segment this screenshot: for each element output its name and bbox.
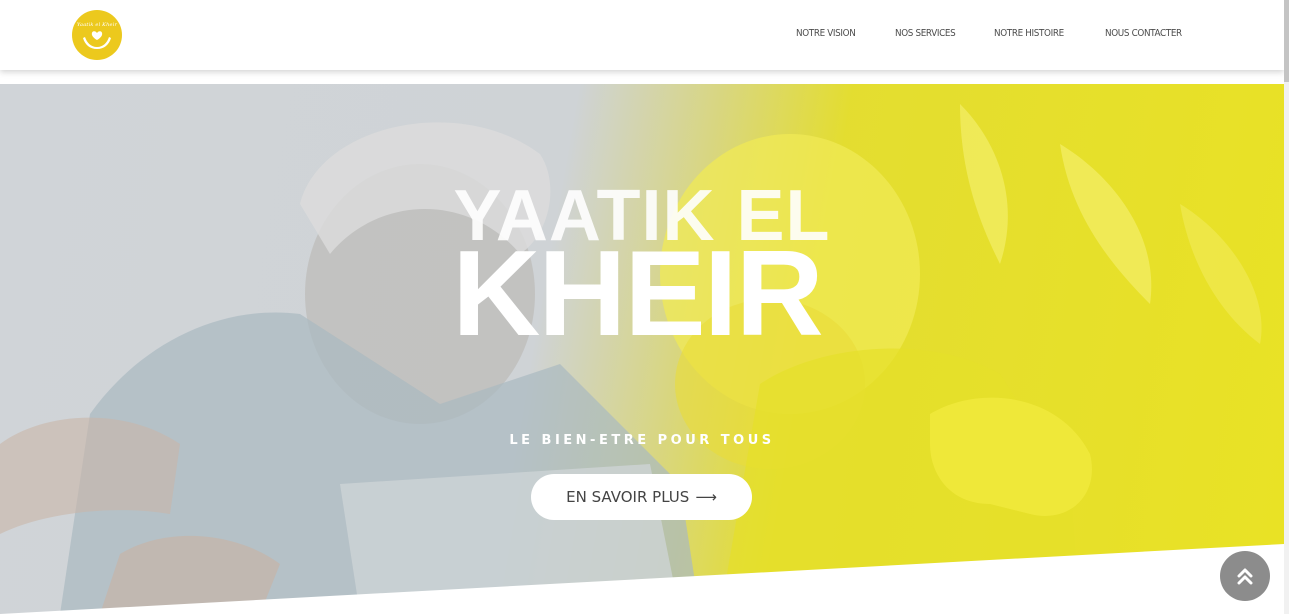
scrollbar-thumb[interactable] [1284,0,1289,82]
nav-item-notre-vision[interactable]: NOTRE VISION [796,28,856,39]
hands-icon [83,30,111,49]
site-header: Yaatik el Kheir NOTRE VISION NOS SERVICE… [0,0,1284,70]
hero-bottom-divider [0,544,1284,614]
back-to-top-button[interactable] [1220,551,1270,601]
nav-item-nous-contacter[interactable]: NOUS CONTACTER [1105,28,1182,39]
hero-title-line2: KHEIR [452,225,824,361]
long-arrow-right-icon: ⟶ [695,488,717,506]
logo-text: Yaatik el Kheir [76,21,118,28]
site-logo[interactable]: Yaatik el Kheir [72,10,122,60]
learn-more-button[interactable]: EN SAVOIR PLUS ⟶ [531,474,752,520]
nav-item-nos-services[interactable]: NOS SERVICES [895,28,956,39]
double-chevron-up-icon [1237,568,1253,585]
page-scrollbar[interactable] [1284,0,1289,614]
hero-subtitle: LE BIEN-ETRE POUR TOUS [509,433,775,448]
nav-item-notre-histoire[interactable]: NOTRE HISTOIRE [994,28,1064,39]
hero-section: YAATIK EL KHEIR LE BIEN-ETRE POUR TOUS E… [0,84,1284,614]
learn-more-label: EN SAVOIR PLUS [566,488,690,506]
main-nav: NOTRE VISION NOS SERVICES NOTRE HISTOIRE… [796,28,1192,39]
